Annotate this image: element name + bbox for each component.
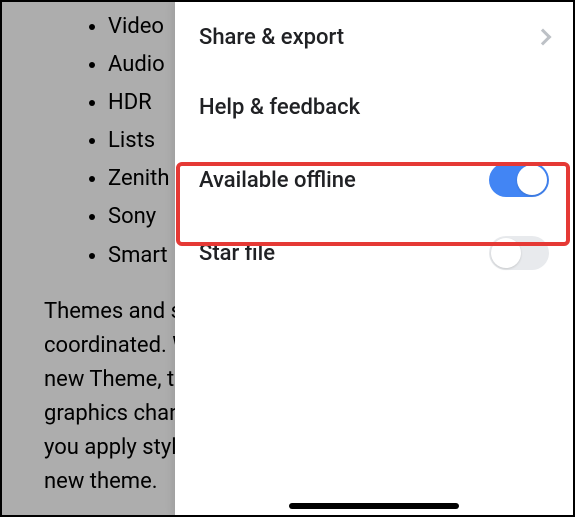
toggle-knob-icon bbox=[517, 165, 547, 195]
available-offline-label: Available offline bbox=[199, 168, 356, 193]
chevron-right-icon bbox=[535, 29, 552, 46]
share-export-label: Share & export bbox=[199, 25, 344, 50]
share-export-row[interactable]: Share & export bbox=[175, 2, 573, 72]
home-indicator bbox=[289, 503, 459, 509]
available-offline-toggle[interactable] bbox=[489, 163, 549, 197]
star-file-toggle[interactable] bbox=[489, 236, 549, 270]
help-feedback-row[interactable]: Help & feedback bbox=[175, 72, 573, 142]
help-feedback-label: Help & feedback bbox=[199, 95, 360, 120]
star-file-row[interactable]: Star file bbox=[175, 218, 573, 288]
star-file-label: Star file bbox=[199, 241, 275, 266]
options-sheet: Share & export Help & feedback Available… bbox=[175, 2, 573, 515]
toggle-knob-icon bbox=[491, 238, 521, 268]
available-offline-row[interactable]: Available offline bbox=[175, 142, 573, 218]
